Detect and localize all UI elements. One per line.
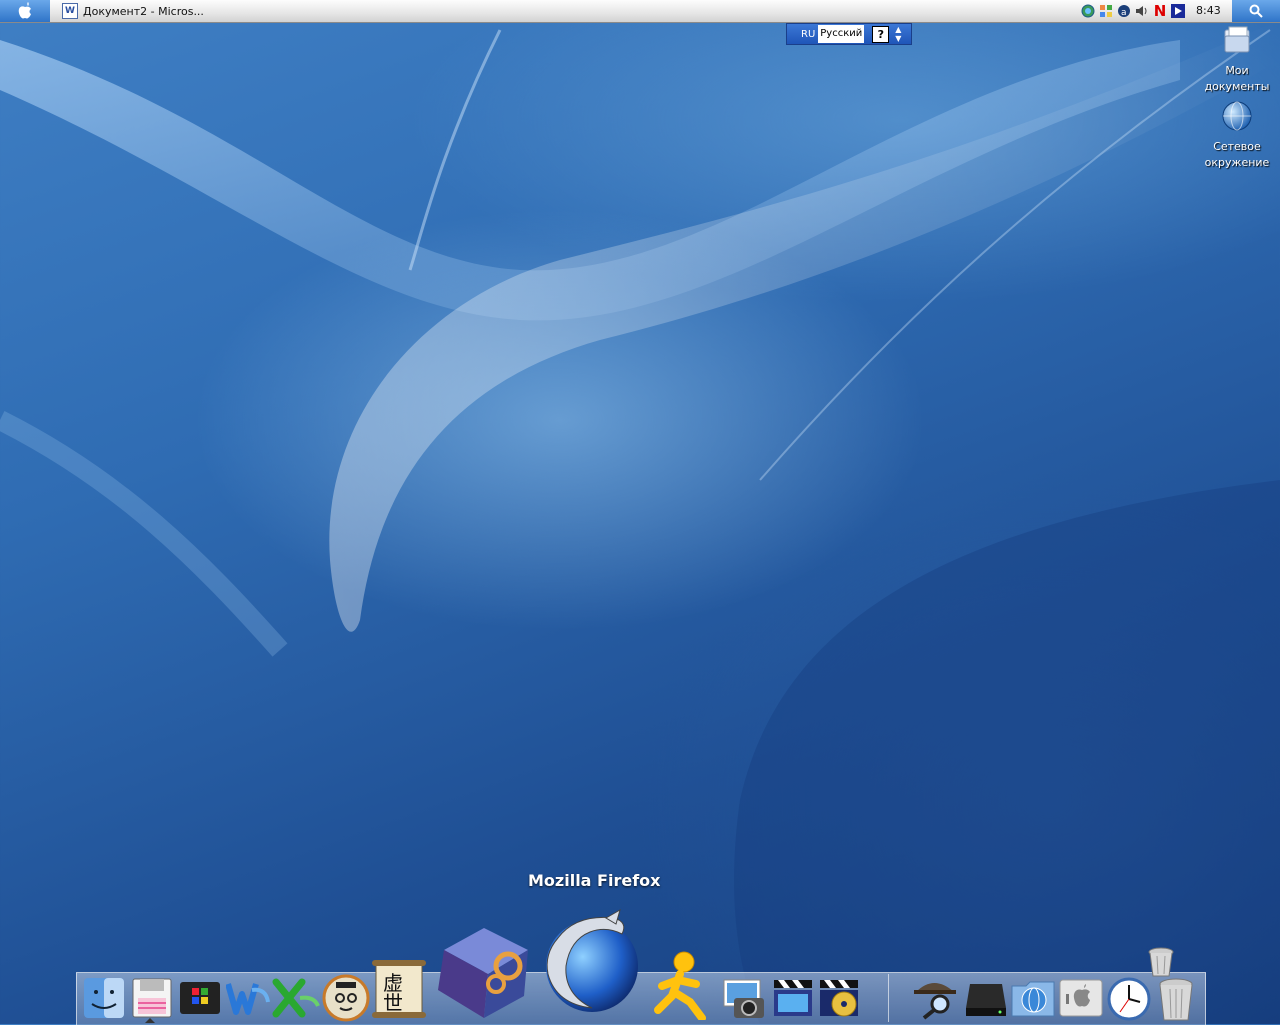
desktop-icon-label: Сетевое окружение [1204, 140, 1270, 169]
clock-display[interactable]: 8:43 [1196, 4, 1221, 17]
firefox-icon[interactable] [536, 908, 646, 1020]
trash-icon[interactable] [1146, 946, 1176, 978]
dock-tooltip: Mozilla Firefox [528, 871, 661, 890]
desktop-icon-network[interactable]: Сетевое окружение [1200, 100, 1274, 171]
taskbar-word-document[interactable]: W Документ2 - Micros... [62, 2, 204, 20]
svg-text:a: a [1121, 8, 1127, 18]
finder-icon[interactable] [82, 976, 126, 1020]
media-player-icon[interactable] [1170, 3, 1186, 19]
apple-menu-button[interactable] [0, 0, 50, 22]
excel-icon[interactable] [272, 976, 320, 1020]
sherlock-search-icon[interactable] [910, 974, 960, 1020]
desktop-icon-my-documents[interactable]: Мои документы [1200, 24, 1274, 95]
top-menu-bar: W Документ2 - Micros... a N 8:43 [0, 0, 1280, 23]
total-commander-icon[interactable] [130, 976, 174, 1020]
windows-icon[interactable] [178, 978, 222, 1018]
aim-running-man-icon[interactable] [650, 950, 714, 1020]
language-name[interactable]: Русский [818, 25, 865, 43]
hard-drive-icon[interactable] [962, 978, 1008, 1020]
network-globe-icon[interactable] [1080, 3, 1096, 19]
system-tray: a N [1080, 2, 1186, 20]
network-globe-icon [1222, 101, 1252, 131]
network-folder-icon[interactable] [1010, 976, 1056, 1020]
dictionary-professor-icon[interactable] [322, 974, 370, 1022]
spotlight-search-icon [1249, 4, 1263, 18]
idvd-clapper-icon[interactable] [816, 976, 862, 1020]
imovie-clapper-icon[interactable] [770, 976, 816, 1020]
help-icon[interactable]: ? [872, 25, 890, 43]
running-indicator [145, 1018, 155, 1023]
svg-text:世: 世 [383, 991, 403, 1015]
my-documents-folder-icon [1224, 26, 1250, 53]
volume-icon[interactable] [1134, 3, 1150, 19]
spotlight-search-button[interactable] [1232, 0, 1280, 22]
language-code[interactable]: RU [787, 29, 818, 40]
dock-separator [888, 974, 889, 1022]
antivirus-icon[interactable]: a [1116, 3, 1132, 19]
task-title: Документ2 - Micros... [83, 4, 204, 18]
chinese-scroll-icon[interactable]: 虚 世 [370, 958, 428, 1020]
apple-logo-icon [18, 2, 31, 19]
n-app-icon[interactable]: N [1152, 2, 1168, 20]
photo-camera-icon[interactable] [720, 976, 768, 1020]
trash-icon[interactable] [1156, 976, 1196, 1022]
word-icon[interactable] [226, 978, 270, 1018]
chevron-down-icon[interactable]: ▲ ▼ [895, 25, 901, 43]
desktop-icon-label: Мои документы [1204, 64, 1270, 93]
color-squares-icon[interactable] [1098, 3, 1114, 19]
apple-system-icon[interactable] [1058, 976, 1104, 1020]
language-bar[interactable]: RU Русский ? ▲ ▼ [786, 23, 912, 45]
system-cube-icon[interactable] [434, 920, 532, 1020]
clock-icon[interactable] [1106, 976, 1152, 1022]
word-document-icon: W [62, 3, 78, 19]
